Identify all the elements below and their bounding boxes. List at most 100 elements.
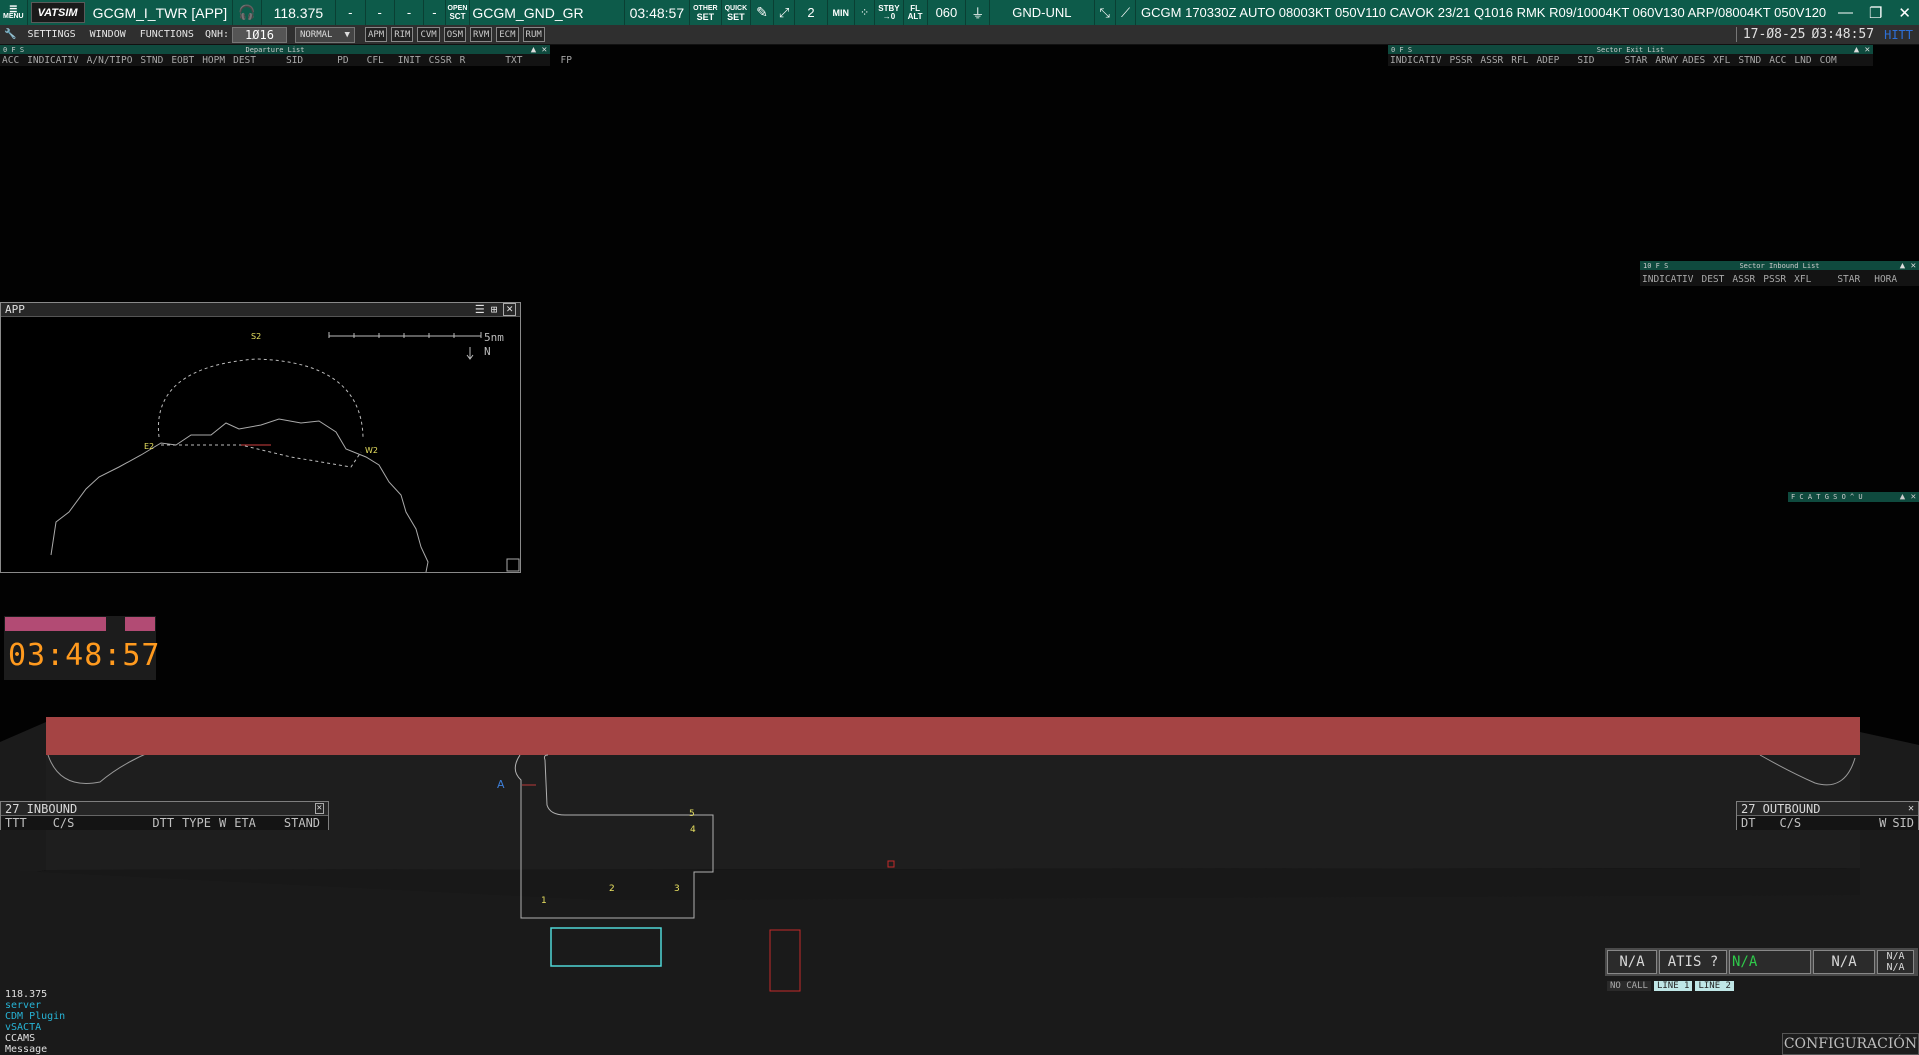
fl-alt-button[interactable]: FL ALT bbox=[904, 0, 928, 25]
hitt-indicator[interactable]: HITT bbox=[1878, 28, 1919, 42]
col-antipo: A/N/TIPO bbox=[86, 54, 133, 66]
col-cs: C/S bbox=[52, 816, 75, 830]
outbound-list[interactable]: 27 OUTBOUND ✕ DT C/S W SID bbox=[1736, 801, 1919, 830]
inbound-list[interactable]: 27 INBOUND ✕ TTT C/S DTT TYPE W ETA STAN… bbox=[0, 801, 329, 830]
filter-icon[interactable]: ⏚ bbox=[966, 0, 991, 25]
app-minimap[interactable]: 5nm N S2 E2 W2 bbox=[1, 317, 520, 572]
col-cssr: CSSR bbox=[428, 54, 452, 66]
status-ccams[interactable]: CCAMS bbox=[5, 1033, 65, 1044]
tool-rum[interactable]: RUM bbox=[522, 27, 545, 42]
sector-exit-list[interactable]: 0 F S Sector Exit List ▲ ✕ INDICATIV PSS… bbox=[1388, 45, 1873, 66]
tool-rim[interactable]: RIM bbox=[391, 27, 414, 42]
open-sct-button[interactable]: OPEN SCT bbox=[446, 0, 471, 25]
col-ades: ADES bbox=[1682, 55, 1706, 66]
app-window-title: APP bbox=[5, 303, 25, 316]
col-type: TYPE bbox=[182, 816, 211, 830]
configuration-button[interactable]: CONFIGURACIÓN bbox=[1782, 1033, 1919, 1055]
status-message[interactable]: Message bbox=[5, 1044, 65, 1055]
sector-inbound-titlebar[interactable]: 10 F S Sector Inbound List ▲ ✕ bbox=[1640, 261, 1919, 271]
pen-icon[interactable]: ✎ bbox=[751, 0, 774, 25]
wrench-icon[interactable]: 🔧 bbox=[0, 29, 20, 40]
taxiway-label: A bbox=[497, 778, 505, 791]
list-controls-icon[interactable]: ▲ ✕ bbox=[1900, 492, 1916, 502]
col-indicativ: INDICATIV bbox=[1642, 274, 1694, 285]
waypoint-s2: S2 bbox=[251, 332, 261, 341]
tool-ecm[interactable]: ECM bbox=[496, 27, 519, 42]
app-window-titlebar[interactable]: APP ☰ ⊞ ✕ bbox=[1, 303, 520, 317]
quick-set-button[interactable]: QUICK SET bbox=[722, 0, 752, 25]
tool-apm[interactable]: APM bbox=[364, 27, 388, 42]
status-cdm[interactable]: CDM Plugin bbox=[5, 1011, 65, 1022]
stand-label: 1 bbox=[541, 896, 547, 906]
grid-icon[interactable]: ⊞ bbox=[491, 303, 498, 316]
clock-widget[interactable]: 03:48:57 bbox=[4, 616, 160, 680]
close-icon[interactable]: ✕ bbox=[314, 803, 324, 814]
voice-comm-panel: N/A ATIS ? N/A N/A N/A N/A bbox=[1605, 948, 1918, 976]
stby-button[interactable]: STBY →0 bbox=[875, 0, 904, 25]
col-sid: SID bbox=[1892, 816, 1914, 830]
comm-box-4[interactable]: N/A bbox=[1813, 950, 1875, 974]
min-button[interactable]: MIN bbox=[828, 0, 856, 25]
status-vsacta[interactable]: vSACTA bbox=[5, 1022, 65, 1033]
menu-functions[interactable]: FUNCTIONS bbox=[133, 29, 201, 40]
airspace-filter[interactable]: GND-UNL bbox=[990, 0, 1095, 25]
stand-label: 5 bbox=[689, 809, 695, 819]
date-display: 17-Ø8-25 bbox=[1735, 27, 1812, 42]
app-window[interactable]: APP ☰ ⊞ ✕ 5nm N S2 E2 W2 bbox=[0, 302, 521, 573]
sector-inbound-title: Sector Inbound List bbox=[1739, 261, 1820, 270]
departure-list[interactable]: 0 F S Departure List ▲ ✕ ACC INDICATIV A… bbox=[0, 45, 572, 66]
resize-handle bbox=[506, 558, 520, 572]
outbound-list-header: DT C/S W SID bbox=[1737, 816, 1918, 830]
north-arrow bbox=[466, 347, 474, 360]
col-w: W bbox=[1879, 816, 1887, 830]
status-server[interactable]: server bbox=[5, 1000, 65, 1011]
transition-level[interactable]: 060 bbox=[928, 0, 967, 25]
menu-window[interactable]: WINDOW bbox=[83, 29, 133, 40]
maximize-icon[interactable]: ❐ bbox=[1869, 4, 1882, 22]
outbound-list-titlebar[interactable]: 27 OUTBOUND ✕ bbox=[1737, 802, 1918, 816]
measure-icon[interactable]: ⤢ bbox=[774, 0, 796, 25]
col-acc: ACC bbox=[2, 54, 20, 66]
comm-box-5[interactable]: N/A N/A bbox=[1877, 950, 1914, 974]
comm-box-1[interactable]: N/A bbox=[1607, 950, 1657, 974]
comm-box-3[interactable]: N/A bbox=[1729, 950, 1811, 974]
col-dest: DEST bbox=[233, 54, 256, 66]
line-1-button[interactable]: LINE 1 bbox=[1653, 981, 1693, 991]
other-set-button[interactable]: OTHER SET bbox=[690, 0, 722, 25]
tool-cvm[interactable]: CVM bbox=[417, 27, 440, 42]
grid-icon[interactable]: ⁘ bbox=[855, 0, 876, 25]
radar-screen[interactable]: A 1 2 3 4 5 ☰ MENU VATSIM GCGM_I_TWR [APP… bbox=[0, 0, 1919, 1055]
coastline bbox=[50, 418, 429, 572]
ruler-icon[interactable]: ⤡ bbox=[1095, 0, 1116, 25]
menu-settings[interactable]: SETTINGS bbox=[20, 29, 82, 40]
menu-button[interactable]: ☰ MENU bbox=[0, 0, 28, 25]
col-star: STAR bbox=[1624, 55, 1648, 66]
clock-display: Ø3:48:57 bbox=[1811, 27, 1875, 42]
col-indicativ: INDICATIV bbox=[1390, 55, 1442, 66]
sector-inbound-list[interactable]: 10 F S Sector Inbound List ▲ ✕ INDICATIV… bbox=[1640, 261, 1919, 286]
wind-icon: ⟋ bbox=[1116, 0, 1137, 25]
line-buttons: NO CALL LINE 1 LINE 2 bbox=[1607, 981, 1734, 991]
mini-toolbar[interactable]: F C A T G S O ^ U ▲ ✕ bbox=[1788, 492, 1919, 502]
position-label: GCGM_I_TWR [APP] bbox=[88, 0, 234, 25]
headset-icon[interactable]: 🎧 bbox=[233, 0, 262, 25]
sector-exit-titlebar[interactable]: 0 F S Sector Exit List ▲ ✕ bbox=[1388, 45, 1873, 55]
tool-osm[interactable]: OSM bbox=[443, 27, 466, 42]
departure-list-titlebar[interactable]: 0 F S Departure List ▲ ✕ bbox=[0, 45, 550, 55]
pin-icon[interactable]: ☰ bbox=[475, 303, 485, 316]
atis-button[interactable]: ATIS ? bbox=[1659, 950, 1727, 974]
tool-rvm[interactable]: RVM bbox=[470, 27, 493, 42]
col-init: INIT bbox=[397, 54, 421, 66]
qnh-value[interactable]: 1Ø16 bbox=[232, 26, 287, 43]
minimize-icon[interactable]: — bbox=[1838, 4, 1853, 22]
col-pd: PD bbox=[337, 54, 349, 66]
departure-list-header: ACC INDICATIV A/N/TIPO STND EOBT HOPM DE… bbox=[0, 54, 572, 66]
close-icon[interactable]: ✕ bbox=[503, 303, 516, 316]
col-cfl: CFL bbox=[366, 54, 384, 66]
inbound-list-titlebar[interactable]: 27 INBOUND ✕ bbox=[1, 802, 328, 816]
line-2-button[interactable]: LINE 2 bbox=[1695, 981, 1734, 991]
mode-select[interactable]: NORMAL ▼ bbox=[294, 26, 355, 43]
close-icon[interactable]: ✕ bbox=[1908, 803, 1914, 814]
frequency-display[interactable]: 118.375 bbox=[262, 0, 337, 25]
close-icon[interactable]: ✕ bbox=[1898, 4, 1911, 22]
